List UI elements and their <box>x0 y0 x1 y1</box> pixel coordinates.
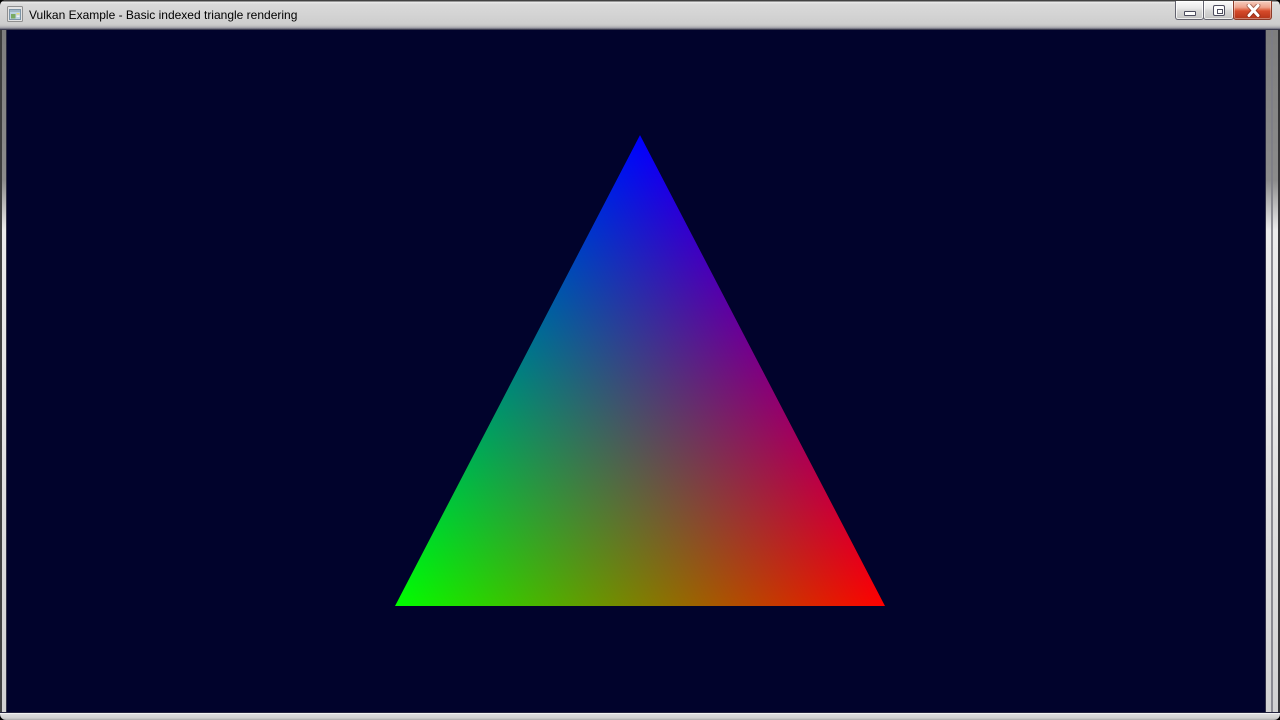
minimize-icon <box>1184 11 1196 16</box>
app-window: Vulkan Example - Basic indexed triangle … <box>0 0 1280 720</box>
window-title: Vulkan Example - Basic indexed triangle … <box>29 1 297 28</box>
resize-edge-left[interactable] <box>0 30 7 712</box>
triangle-svg <box>7 30 1265 712</box>
maximize-icon <box>1213 5 1225 16</box>
application-icon[interactable] <box>7 6 23 22</box>
render-viewport[interactable] <box>7 30 1265 712</box>
titlebar[interactable]: Vulkan Example - Basic indexed triangle … <box>0 0 1280 30</box>
caption-buttons <box>1176 1 1272 20</box>
minimize-button[interactable] <box>1175 1 1204 20</box>
resize-edge-right[interactable] <box>1265 30 1280 712</box>
close-button[interactable] <box>1233 1 1272 20</box>
maximize-button[interactable] <box>1203 1 1234 20</box>
close-icon <box>1246 4 1261 17</box>
resize-edge-bottom[interactable] <box>0 712 1280 720</box>
